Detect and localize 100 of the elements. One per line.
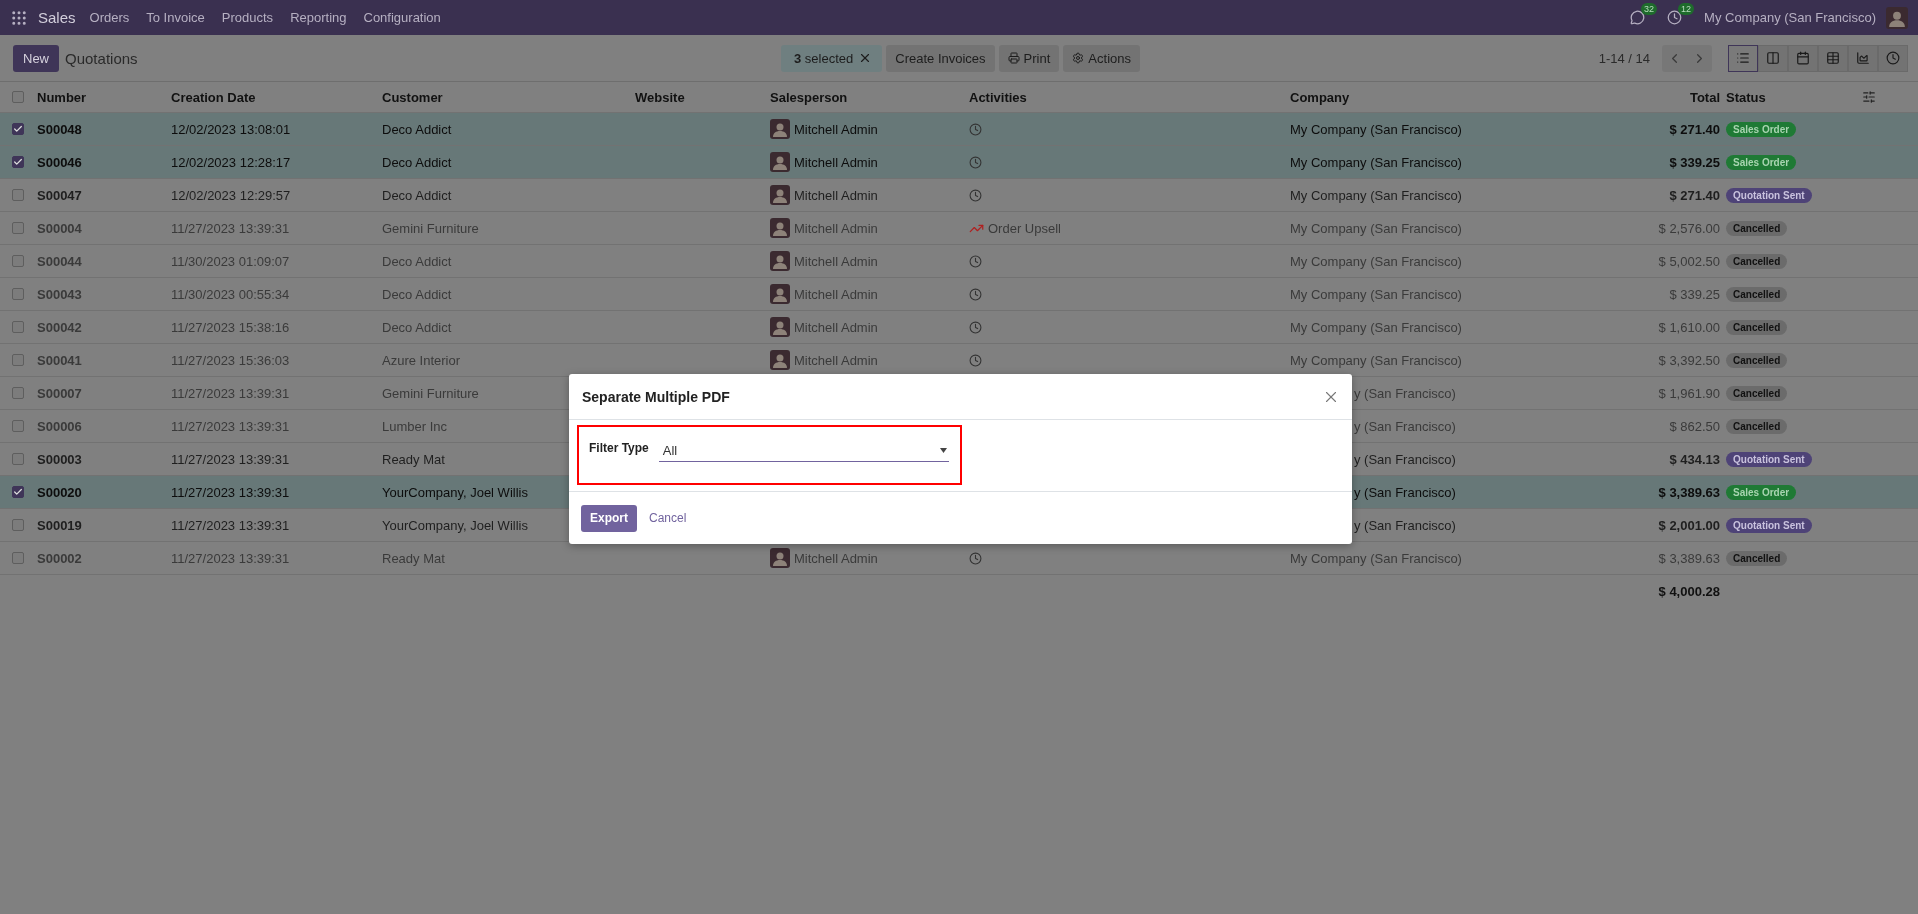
creation-date: 12/02/2023 12:29:57 [171, 187, 291, 203]
cancel-button[interactable]: Cancel [649, 511, 687, 525]
row-checkbox[interactable] [12, 255, 24, 267]
column-header[interactable]: Creation Date [171, 89, 382, 105]
row-checkbox[interactable] [12, 189, 24, 201]
export-button[interactable]: Export [581, 504, 637, 532]
view-switch-button[interactable] [1788, 44, 1818, 72]
clock-icon[interactable] [969, 353, 982, 367]
row-checkbox[interactable] [12, 387, 24, 399]
status-badge: Cancelled [1726, 220, 1788, 236]
order-number: S00046 [37, 154, 82, 170]
row-checkbox[interactable] [12, 453, 24, 465]
row-checkbox[interactable] [12, 552, 24, 564]
activity-label[interactable]: Order Upsell [988, 220, 1061, 236]
order-number: S00004 [37, 220, 82, 236]
action-button[interactable]: Create Invoices [886, 44, 995, 72]
column-header[interactable]: Customer [382, 89, 635, 105]
creation-date: 11/30/2023 01:09:07 [171, 253, 290, 269]
customer-name: Deco Addict [382, 121, 452, 137]
activity-count: 12 [1678, 3, 1695, 15]
column-header[interactable]: Number [37, 89, 171, 105]
customer-name: Lumber Inc [382, 418, 448, 434]
table-icon [1826, 51, 1840, 65]
column-header[interactable]: Website [635, 89, 770, 105]
view-switch-button[interactable] [1728, 44, 1758, 72]
row-checkbox[interactable] [12, 156, 24, 168]
row-checkbox[interactable] [12, 222, 24, 234]
view-switch-button[interactable] [1878, 44, 1908, 72]
salesperson-name: Mitchell Admin [794, 121, 878, 137]
check-icon [13, 157, 23, 167]
action-button[interactable]: Actions [1063, 44, 1140, 72]
company-name: My Company (San Francisco) [1290, 352, 1462, 368]
menu-item[interactable]: Configuration [363, 10, 441, 25]
salesperson-name: Mitchell Admin [794, 319, 878, 335]
area-chart-icon [1856, 51, 1870, 65]
printer-icon [1007, 52, 1020, 64]
order-number: S00041 [37, 352, 82, 368]
app-name[interactable]: Sales [38, 9, 76, 26]
status-badge: Quotation Sent [1726, 187, 1812, 203]
order-number: S00006 [37, 418, 82, 434]
row-checkbox[interactable] [12, 288, 24, 300]
status-badge: Cancelled [1726, 418, 1788, 434]
creation-date: 11/27/2023 13:39:31 [171, 451, 290, 467]
dialog-title: Separate Multiple PDF [582, 388, 730, 405]
clock-icon[interactable] [969, 122, 982, 136]
status-badge: Sales Order [1726, 154, 1797, 170]
order-total: $ 271.40 [1669, 121, 1721, 137]
row-checkbox[interactable] [12, 321, 24, 333]
menu-item[interactable]: Products [221, 10, 274, 25]
customer-name: Deco Addict [382, 187, 452, 203]
list-icon [1736, 51, 1750, 65]
view-switch-button[interactable] [1758, 44, 1788, 72]
order-number: S00007 [37, 385, 82, 401]
view-switch-button[interactable] [1818, 44, 1848, 72]
menu-item[interactable]: To Invoice [146, 10, 205, 25]
new-button[interactable]: New [13, 44, 59, 72]
row-checkbox[interactable] [12, 519, 24, 531]
clock-icon[interactable] [1667, 10, 1683, 25]
apps-menu-icon[interactable] [10, 8, 28, 27]
row-checkbox[interactable] [12, 354, 24, 366]
creation-date: 11/27/2023 13:39:31 [171, 484, 290, 500]
action-button[interactable]: Print [998, 44, 1060, 72]
salesperson-name: Mitchell Admin [794, 352, 878, 368]
creation-date: 11/27/2023 13:39:31 [171, 385, 290, 401]
column-header[interactable]: Activities [969, 89, 1290, 105]
menu-item[interactable]: Reporting [290, 10, 347, 25]
column-header[interactable]: Company [1290, 89, 1600, 105]
row-checkbox[interactable] [12, 486, 24, 498]
column-settings-icon[interactable] [1862, 90, 1876, 104]
clock-icon[interactable] [969, 254, 982, 268]
column-header[interactable]: Salesperson [770, 89, 969, 105]
company-switcher[interactable]: My Company (San Francisco) [1704, 10, 1876, 25]
view-switch-button[interactable] [1848, 44, 1878, 72]
select-all-checkbox[interactable] [12, 91, 24, 103]
customer-name: YourCompany, Joel Willis [382, 484, 528, 500]
order-number: S00003 [37, 451, 82, 467]
row-checkbox[interactable] [12, 123, 24, 135]
status-badge: Cancelled [1726, 550, 1788, 566]
pager-value[interactable]: 1-14 / 14 [1598, 50, 1650, 66]
filter-type-select[interactable]: All [658, 439, 949, 462]
customer-name: Gemini Furniture [382, 220, 479, 236]
order-total: $ 2,576.00 [1658, 220, 1721, 236]
gear-icon [1072, 52, 1085, 64]
clock-icon[interactable] [969, 320, 982, 334]
clock-icon[interactable] [969, 188, 982, 202]
row-checkbox[interactable] [12, 420, 24, 432]
company-name: y (San Francisco) [1354, 418, 1456, 434]
clock-icon[interactable] [969, 287, 982, 301]
clock-icon[interactable] [969, 155, 982, 169]
clock-icon[interactable] [969, 551, 982, 565]
order-number: S00002 [37, 550, 82, 566]
menu-item[interactable]: Orders [89, 10, 130, 25]
salesperson-name: Mitchell Admin [794, 253, 878, 269]
message-count: 32 [1641, 3, 1658, 15]
column-header[interactable]: Status [1726, 89, 1862, 105]
customer-name: Deco Addict [382, 154, 452, 170]
column-header[interactable]: Total [1600, 89, 1726, 105]
order-number: S00020 [37, 484, 82, 500]
customer-name: Azure Interior [382, 352, 461, 368]
chat-icon[interactable] [1630, 10, 1646, 25]
